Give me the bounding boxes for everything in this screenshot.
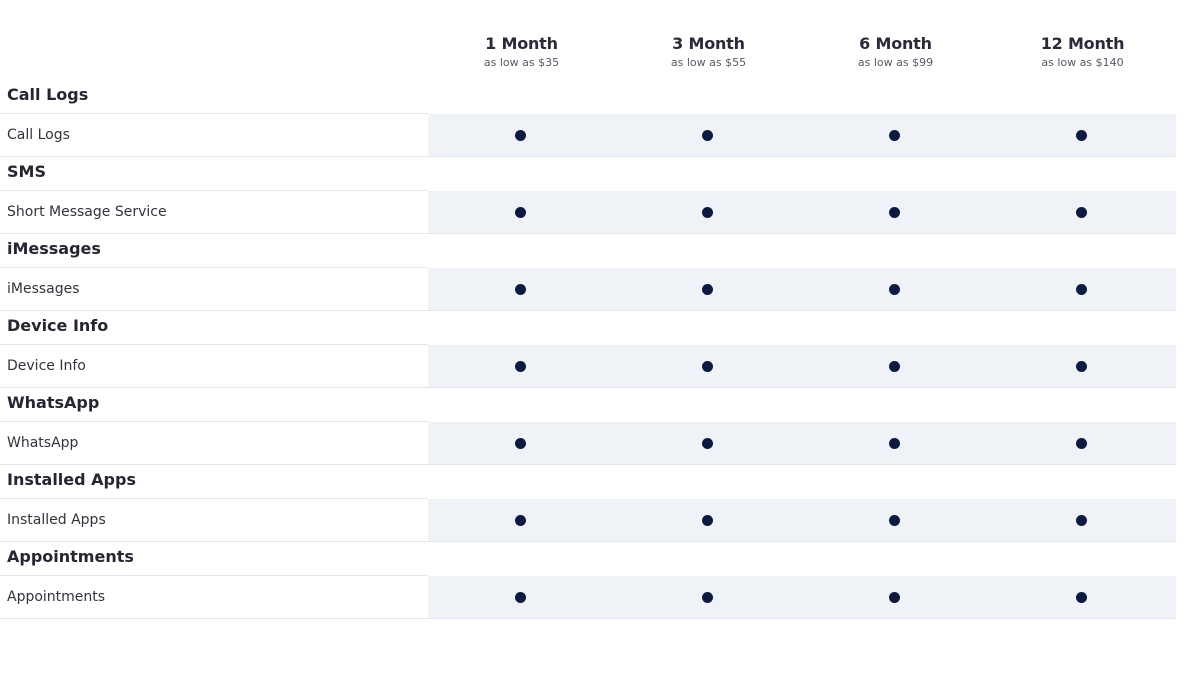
included-dot-icon [888,130,900,141]
included-dot-icon [701,592,713,603]
included-dot-icon [514,592,526,603]
feature-section: Appointments Appointments [0,542,1176,619]
feature-section: Installed Apps Installed Apps [0,465,1176,542]
feature-section: Device Info Device Info [0,311,1176,388]
section-title: Installed Apps [0,465,428,499]
feature-label: iMessages [7,281,80,297]
plan-price: as low as $99 [857,56,934,69]
feature-cells [428,191,1176,233]
included-dot-icon [514,438,526,449]
included-dot-icon [701,438,713,449]
plan-title: 1 Month [485,34,558,53]
section-title: SMS [0,157,428,191]
plan-title: 6 Month [859,34,932,53]
feature-row: Installed Apps [0,499,1176,542]
included-dot-icon [701,515,713,526]
feature-cells [428,576,1176,618]
plan-column-3-month: 3 Month as low as $55 [615,34,802,71]
feature-label: Device Info [7,358,86,374]
feature-row: Short Message Service [0,191,1176,234]
feature-sections: Call Logs Call Logs SMS Short Message Servi… [0,80,1176,619]
feature-cells [428,345,1176,387]
included-dot-icon [701,207,713,218]
plan-price: as low as $55 [670,56,747,69]
included-dot-icon [888,284,900,295]
included-dot-icon [701,130,713,141]
included-dot-icon [1075,438,1087,449]
plan-title: 3 Month [672,34,745,53]
feature-label: Call Logs [7,127,70,143]
included-dot-icon [514,207,526,218]
plan-price: as low as $140 [1041,56,1124,69]
included-dot-icon [1075,515,1087,526]
feature-section: Call Logs Call Logs [0,80,1176,157]
included-dot-icon [1075,361,1087,372]
feature-row: WhatsApp [0,422,1176,465]
feature-row: Call Logs [0,114,1176,157]
included-dot-icon [701,284,713,295]
feature-cells [428,114,1176,156]
included-dot-icon [514,130,526,141]
included-dot-icon [1075,284,1087,295]
plan-title: 12 Month [1040,34,1125,53]
included-dot-icon [888,438,900,449]
included-dot-icon [514,361,526,372]
included-dot-icon [514,515,526,526]
pricing-comparison-table: 1 Month as low as $35 3 Month as low as … [0,0,1176,619]
included-dot-icon [888,207,900,218]
feature-label: Installed Apps [7,512,106,528]
included-dot-icon [1075,207,1087,218]
feature-label: WhatsApp [7,435,79,451]
included-dot-icon [1075,592,1087,603]
section-title: Call Logs [0,80,428,114]
section-title: Device Info [0,311,428,345]
plan-price: as low as $35 [483,56,560,69]
feature-label: Short Message Service [7,204,167,220]
feature-cells [428,499,1176,541]
included-dot-icon [701,361,713,372]
feature-row: Device Info [0,345,1176,388]
section-title: Appointments [0,542,428,576]
section-title: WhatsApp [0,388,428,422]
plan-column-1-month: 1 Month as low as $35 [428,34,615,71]
feature-section: WhatsApp WhatsApp [0,388,1176,465]
plan-column-12-month: 12 Month as low as $140 [989,34,1176,71]
feature-section: iMessages iMessages [0,234,1176,311]
included-dot-icon [888,515,900,526]
plan-header-row: 1 Month as low as $35 3 Month as low as … [0,0,1176,80]
feature-section: SMS Short Message Service [0,157,1176,234]
feature-label: Appointments [7,589,106,605]
included-dot-icon [514,284,526,295]
feature-cells [428,422,1176,464]
included-dot-icon [888,592,900,603]
section-title: iMessages [0,234,428,268]
plan-column-6-month: 6 Month as low as $99 [802,34,989,71]
included-dot-icon [1075,130,1087,141]
feature-row: Appointments [0,576,1176,619]
included-dot-icon [888,361,900,372]
feature-row: iMessages [0,268,1176,311]
feature-cells [428,268,1176,310]
